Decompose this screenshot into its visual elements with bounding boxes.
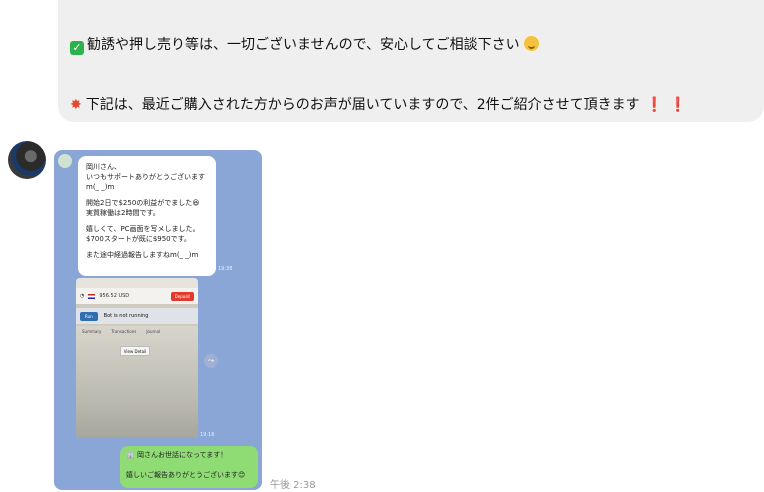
bot-status-text: Bot is not running [103,313,149,319]
deposit-label: Deposit [170,291,194,301]
phone-app-header: ◔ 956.52 USD Deposit [76,288,198,304]
screenshot-green-bubble: 🏢 岡さんお世話になってます！ 嬉しいご報告ありがとうございます😊 [120,446,258,488]
phone-tab: Transactions [111,329,137,334]
smile-icon [523,36,539,51]
image-message[interactable]: 岡川さん、 いつもサポートありがとうございます m(_ _)m 開始2日で$25… [54,150,262,490]
incoming-text-bubble: ✓ 勧誘や押し売り等は、一切ございませんので、安心してご相談下さい ✸ 下記は、最近… [58,0,764,122]
sender-thumbnail [58,154,72,168]
message-line-1: ✓ 勧誘や押し売り等は、一切ございませんので、安心してご相談下さい [70,36,539,55]
message-line-2: ✸ 下記は、最近ご購入された方からのお声が届いていますので、2件ご紹介させて頂きま… [70,96,687,114]
collision-icon: ✸ [70,97,82,113]
exclamation-icon: ❗ [645,97,664,113]
exclamation-icon: ❗ [669,97,687,113]
message-timestamp: 午後 2:38 [270,480,316,491]
screenshot-white-bubble: 岡川さん、 いつもサポートありがとうございます m(_ _)m 開始2日で$25… [78,156,216,276]
phone-tabs: Summary Transactions Journal [76,326,198,337]
phone-body: Summary Transactions Journal View Detail [76,326,198,438]
share-icon[interactable]: ⤳ [204,354,218,368]
bubble-paragraph: 開始2日で$250の利益がでました😆 実質稼働は2時間です。 [86,199,200,217]
screenshot-time: 19:38 [218,266,233,272]
green-bubble-text: 🏢 岡さんお世話になってます！ 嬉しいご報告ありがとうございます😊 [126,451,246,479]
phone-popup: View Detail [120,346,150,356]
run-row: Run Bot is not running [76,308,198,324]
bubble-paragraph: 嬉しくて、PC画面を写メしました。 $700スタートが既に$950です。 [86,225,200,243]
sender-avatar[interactable] [8,141,46,179]
message-line-1-text: 勧誘や押し売り等は、一切ございませんので、安心してご相談下さい [87,37,520,53]
bubble-paragraph: 岡川さん、 いつもサポートありがとうございます m(_ _)m [86,163,205,191]
check-mark-icon: ✓ [70,41,84,55]
phone-status-bar [76,278,198,288]
phone-tab: Summary [82,329,102,334]
screenshot-time: 19:16 [200,432,215,438]
bell-icon: ◔ [80,293,85,299]
flag-icon [88,293,96,299]
balance-text: 956.52 USD [99,293,130,299]
message-line-2-text: 下記は、最近ご購入された方からのお声が届いていますので、2件ご紹介させて頂きます [85,97,640,113]
bubble-paragraph: また途中経過報告しますねm(_ _)m [86,251,199,259]
phone-tab: Journal [146,329,161,334]
run-label: Run [80,311,98,321]
phone-screenshot: ◔ 956.52 USD Deposit Run Bot is not runn… [76,278,198,438]
